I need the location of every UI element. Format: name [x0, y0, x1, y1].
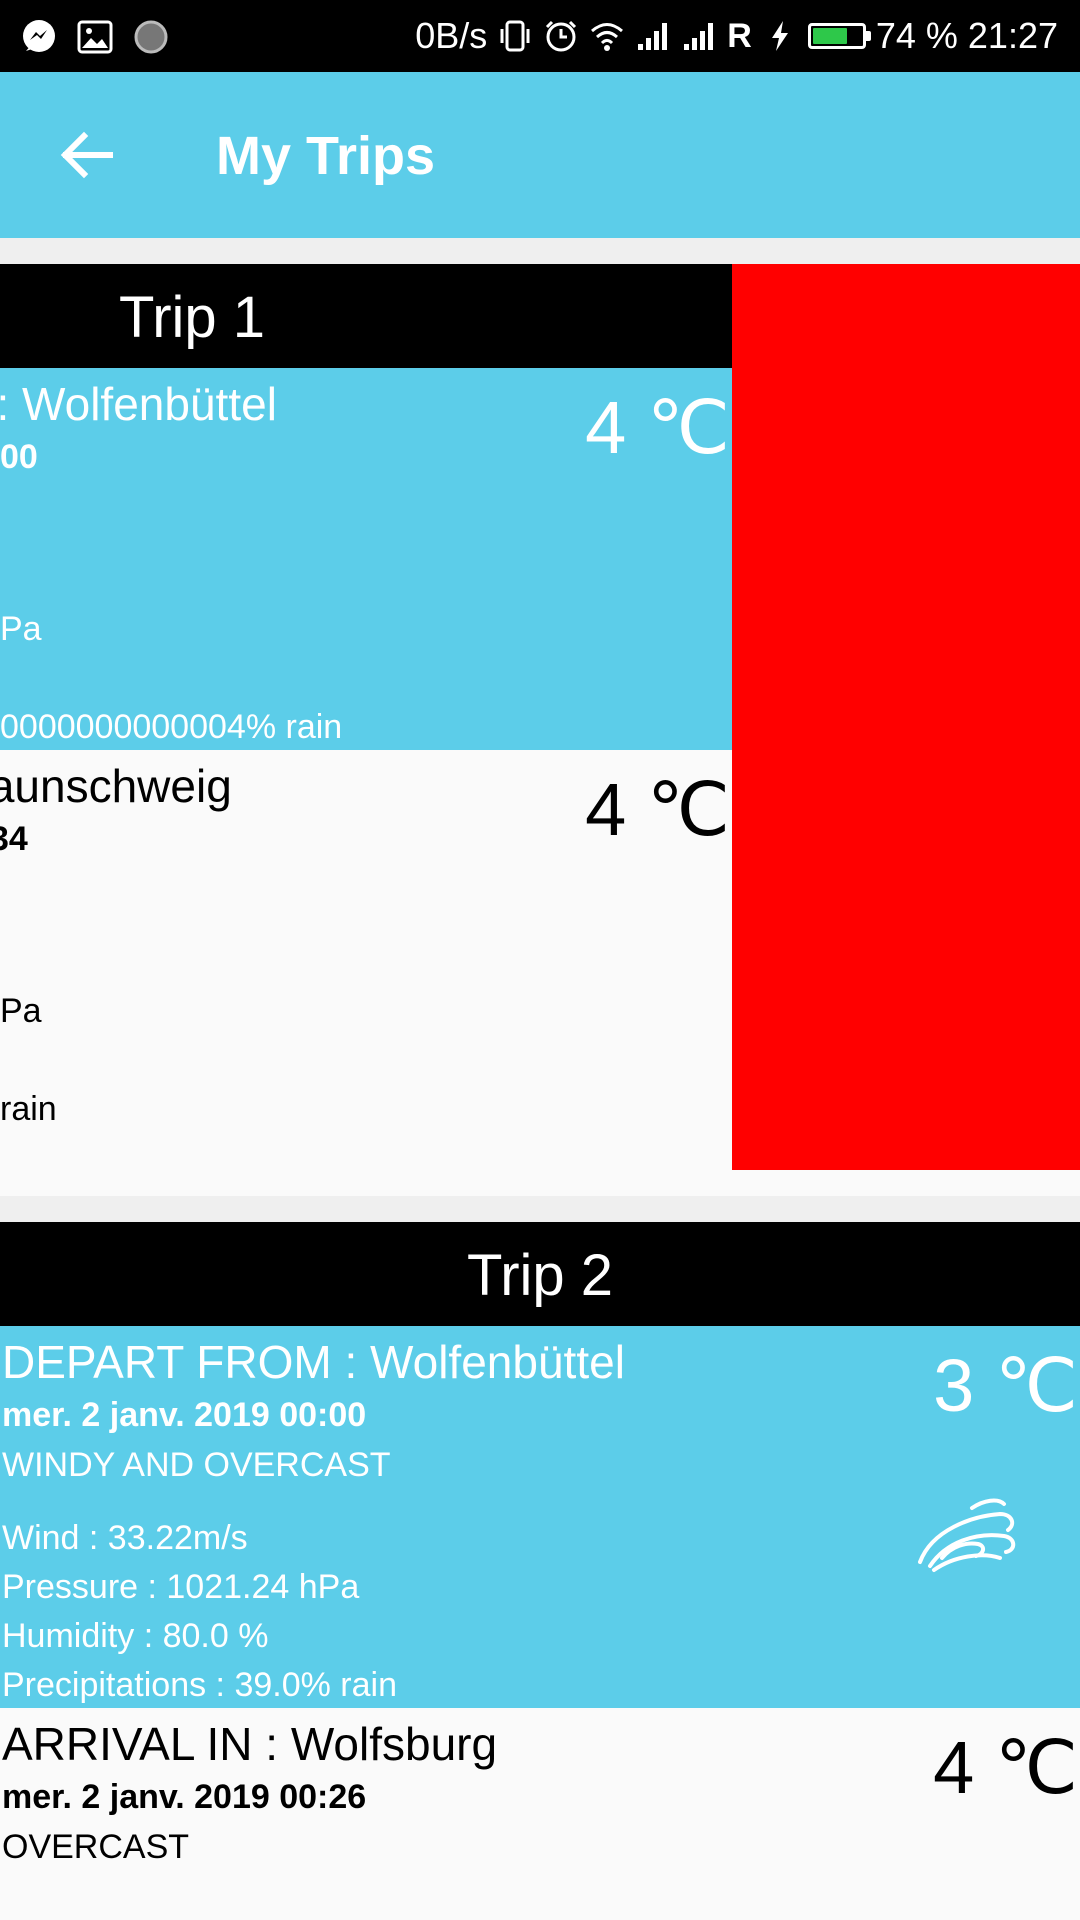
wind-icon	[918, 1498, 1016, 1572]
depart-precipitations: 0000000000004% rain	[0, 708, 343, 746]
roaming-indicator: R	[727, 16, 752, 55]
trip-header: Trip 1	[0, 264, 732, 368]
messenger-icon	[23, 20, 55, 52]
depart-datetime: mer. 2 janv. 2019 00:00	[2, 1396, 367, 1434]
gallery-icon	[77, 20, 113, 54]
departure-segment: DEPART FROM : Wolfenbüttel mer. 2 janv. …	[0, 1326, 1080, 1708]
departure-segment: DEPART FROM : Wolfenbüttel 00 Pa 0000000…	[0, 368, 732, 750]
app-bar: My Trips	[0, 72, 1080, 238]
arrival-datetime: mer. 2 janv. 2019 00:26	[2, 1778, 367, 1816]
clock: 21:27	[967, 15, 1058, 56]
cloud-icon	[912, 1892, 1022, 1920]
depart-pressure: Pa	[0, 610, 42, 648]
depart-pressure: Pressure : 1021.24 hPa	[2, 1568, 360, 1606]
notification-icons	[20, 18, 170, 56]
net-speed: 0B/s	[415, 15, 488, 56]
signal-icon	[638, 23, 668, 50]
charging-icon	[771, 21, 788, 51]
status-bar: 0B/s R 74 % 21:27	[0, 0, 1080, 72]
arrival-temperature: 4 ℃	[585, 768, 730, 851]
arrival-temperature: 4 ℃	[933, 1726, 1078, 1809]
depart-humidity: Humidity : 80.0 %	[2, 1617, 269, 1655]
trip-card[interactable]: Trip 2 DEPART FROM : Wolfenbüttel mer. 2…	[0, 1222, 1080, 1920]
depart-temperature: 4 ℃	[585, 386, 730, 469]
arrival-pressure: Pa	[0, 992, 42, 1030]
swipe-delete-action[interactable]	[732, 264, 1080, 1170]
trip-card[interactable]: Trip 1 DEPART FROM : Wolfenbüttel 00 Pa …	[0, 264, 1080, 1196]
arrival-segment: ARRIVAL IN : Wolfsburg mer. 2 janv. 2019…	[0, 1708, 1080, 1920]
depart-location: DEPART FROM : Wolfenbüttel	[2, 1336, 625, 1388]
loading-icon	[134, 20, 168, 54]
arrival-precipitations: rain	[0, 1090, 57, 1128]
page-title: My Trips	[216, 126, 436, 186]
trip-header: Trip 2	[0, 1222, 1080, 1326]
depart-temperature: 3 ℃	[933, 1344, 1078, 1427]
depart-location: DEPART FROM : Wolfenbüttel	[0, 378, 277, 430]
wifi-icon	[591, 23, 624, 51]
arrival-datetime: 34	[0, 820, 28, 858]
system-status: 0B/s R 74 % 21:27	[415, 14, 1058, 58]
arrival-segment: ARRIVAL IN : Braunschweig 34 Pa rain 4 ℃	[0, 750, 732, 1196]
depart-wind: Wind : 33.22m/s	[2, 1519, 248, 1557]
depart-datetime: 00	[0, 438, 38, 476]
signal-icon	[684, 23, 714, 50]
arrow-left-icon[interactable]	[52, 120, 122, 190]
depart-precipitations: Precipitations : 39.0% rain	[2, 1666, 397, 1704]
alarm-icon	[546, 20, 577, 52]
vibrate-icon	[500, 20, 530, 52]
depart-condition: WINDY AND OVERCAST	[2, 1446, 391, 1484]
battery-icon	[807, 23, 871, 49]
arrival-location: ARRIVAL IN : Braunschweig	[0, 760, 232, 812]
trip-card-content[interactable]: Trip 1 DEPART FROM : Wolfenbüttel 00 Pa …	[0, 264, 732, 1196]
battery-level	[812, 28, 848, 44]
battery-percent: 74 %	[875, 15, 958, 56]
arrival-location: ARRIVAL IN : Wolfsburg	[2, 1718, 498, 1770]
arrival-condition: OVERCAST	[2, 1828, 190, 1866]
